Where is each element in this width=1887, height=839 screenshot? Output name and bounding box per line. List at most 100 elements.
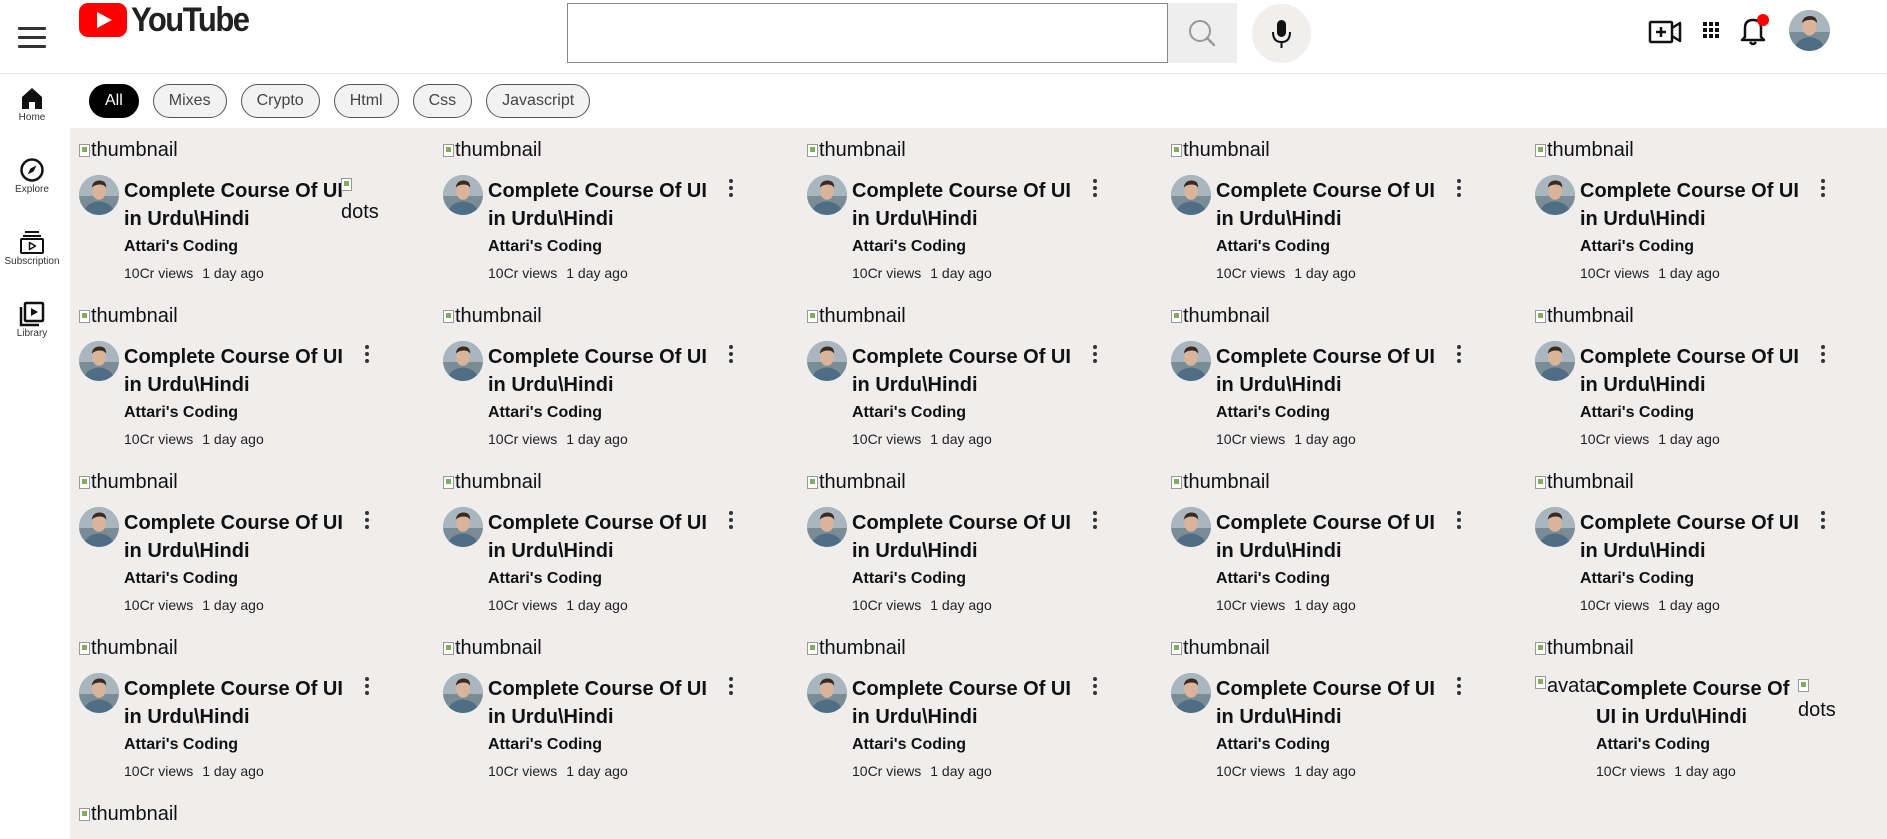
more-options-icon[interactable] bbox=[1091, 677, 1099, 697]
video-thumbnail[interactable]: thumbnail bbox=[1535, 637, 1634, 660]
channel-name[interactable]: Attari's Coding bbox=[1580, 404, 1694, 422]
sidebar-item-subscription[interactable]: Subscription bbox=[0, 229, 64, 267]
video-card[interactable]: thumbnail Complete Course Of UI in Urdu\H… bbox=[1171, 460, 1511, 620]
video-thumbnail[interactable]: thumbnail bbox=[79, 637, 178, 660]
channel-name[interactable]: Attari's Coding bbox=[852, 736, 966, 754]
video-thumbnail[interactable]: thumbnail bbox=[1171, 305, 1270, 328]
video-thumbnail[interactable]: thumbnail bbox=[443, 305, 542, 328]
video-thumbnail[interactable]: thumbnail bbox=[79, 305, 178, 328]
video-thumbnail[interactable]: thumbnail bbox=[79, 139, 178, 162]
menu-icon[interactable] bbox=[18, 27, 46, 49]
video-card[interactable]: thumbnail Complete Course Of UI in Urdu\H… bbox=[1171, 128, 1511, 288]
channel-avatar[interactable] bbox=[1171, 175, 1211, 215]
channel-avatar[interactable] bbox=[79, 341, 119, 381]
channel-name[interactable]: Attari's Coding bbox=[488, 736, 602, 754]
video-card[interactable]: thumbnail Complete Course Of UI in Urdu\H… bbox=[1171, 626, 1511, 786]
video-card[interactable]: thumbnail Complete Course Of UI in Urdu\H… bbox=[807, 626, 1147, 786]
video-title[interactable]: Complete Course Of UI in Urdu\Hindi bbox=[124, 509, 349, 565]
video-card[interactable]: thumbnail Complete Course Of UI in Urdu\H… bbox=[79, 460, 419, 620]
more-options-icon[interactable] bbox=[1091, 345, 1099, 365]
video-thumbnail[interactable]: thumbnail bbox=[1171, 471, 1270, 494]
video-title[interactable]: Complete Course Of UI in Urdu\Hindi bbox=[852, 343, 1077, 399]
more-options-icon[interactable] bbox=[727, 677, 735, 697]
video-title[interactable]: Complete Course Of UI in Urdu\Hindi bbox=[1580, 509, 1805, 565]
mic-button[interactable] bbox=[1252, 4, 1311, 63]
video-thumbnail[interactable]: thumbnail bbox=[807, 305, 906, 328]
video-card[interactable]: thumbnail Complete Course Of UI in Urdu\H… bbox=[807, 294, 1147, 454]
more-options-icon[interactable] bbox=[727, 179, 735, 199]
video-thumbnail[interactable]: thumbnail bbox=[443, 139, 542, 162]
channel-avatar[interactable] bbox=[1535, 341, 1575, 381]
more-options-icon[interactable] bbox=[1091, 179, 1099, 199]
more-options-icon[interactable] bbox=[1455, 511, 1463, 531]
video-title[interactable]: Complete Course Of UI in Urdu\Hindi bbox=[488, 177, 713, 233]
channel-avatar[interactable] bbox=[807, 507, 847, 547]
video-title[interactable]: Complete Course Of UI in Urdu\Hindi bbox=[852, 509, 1077, 565]
video-card[interactable]: thumbnail Complete Course Of UI in Urdu\H… bbox=[79, 294, 419, 454]
video-title[interactable]: Complete Course Of UI in Urdu\Hindi bbox=[488, 343, 713, 399]
channel-avatar[interactable]: avatar bbox=[1535, 674, 1603, 698]
video-thumbnail[interactable]: thumbnail bbox=[1171, 637, 1270, 660]
video-title[interactable]: Complete Course Of UI in Urdu\Hindi bbox=[488, 509, 713, 565]
video-thumbnail[interactable]: thumbnail bbox=[443, 637, 542, 660]
sidebar-item-explore[interactable]: Explore bbox=[0, 157, 64, 195]
video-card[interactable]: thumbnail avatar Complete Course Of UI in … bbox=[1535, 626, 1875, 786]
channel-name[interactable]: Attari's Coding bbox=[1580, 238, 1694, 256]
video-title[interactable]: Complete Course Of UI in Urdu\Hindi bbox=[1580, 343, 1805, 399]
channel-avatar[interactable] bbox=[79, 507, 119, 547]
video-thumbnail[interactable]: thumbnail bbox=[1535, 305, 1634, 328]
video-card[interactable]: thumbnail bbox=[79, 792, 419, 832]
video-title[interactable]: Complete Course Of UI in Urdu\Hindi bbox=[124, 675, 349, 731]
channel-avatar[interactable] bbox=[1535, 175, 1575, 215]
channel-name[interactable]: Attari's Coding bbox=[124, 238, 238, 256]
channel-name[interactable]: Attari's Coding bbox=[852, 404, 966, 422]
channel-avatar[interactable] bbox=[1171, 507, 1211, 547]
video-card[interactable]: thumbnail Complete Course Of UI in Urdu\H… bbox=[1535, 294, 1875, 454]
channel-name[interactable]: Attari's Coding bbox=[1216, 238, 1330, 256]
channel-avatar[interactable] bbox=[1171, 341, 1211, 381]
video-thumbnail[interactable]: thumbnail bbox=[1171, 139, 1270, 162]
video-title[interactable]: Complete Course Of UI in Urdu\Hindi bbox=[1596, 675, 1796, 731]
channel-name[interactable]: Attari's Coding bbox=[852, 570, 966, 588]
video-card[interactable]: thumbnail Complete Course Of UI in Urdu\H… bbox=[1535, 460, 1875, 620]
video-card[interactable]: thumbnail Complete Course Of UI in Urdu\H… bbox=[443, 294, 783, 454]
more-options-icon[interactable] bbox=[363, 677, 371, 697]
more-options-icon[interactable] bbox=[1819, 511, 1827, 531]
youtube-logo[interactable]: YouTube bbox=[79, 0, 250, 40]
video-title[interactable]: Complete Course Of UI in Urdu\Hindi bbox=[1216, 675, 1441, 731]
more-options-icon[interactable] bbox=[363, 345, 371, 365]
more-options-icon[interactable] bbox=[1455, 677, 1463, 697]
chip-css[interactable]: Css bbox=[412, 84, 473, 118]
video-thumbnail[interactable]: thumbnail bbox=[443, 471, 542, 494]
video-title[interactable]: Complete Course Of UI in Urdu\Hindi bbox=[1216, 509, 1441, 565]
video-thumbnail[interactable]: thumbnail bbox=[807, 139, 906, 162]
chip-html[interactable]: Html bbox=[333, 84, 399, 118]
video-thumbnail[interactable]: thumbnail bbox=[1535, 139, 1634, 162]
video-thumbnail[interactable]: thumbnail bbox=[79, 471, 178, 494]
more-options-icon[interactable] bbox=[1819, 345, 1827, 365]
more-options-icon[interactable]: dots bbox=[341, 176, 379, 224]
more-options-icon[interactable] bbox=[1455, 179, 1463, 199]
channel-avatar[interactable] bbox=[443, 507, 483, 547]
chip-javascript[interactable]: Javascript bbox=[486, 84, 591, 118]
more-options-icon[interactable] bbox=[363, 511, 371, 531]
video-thumbnail[interactable]: thumbnail bbox=[1535, 471, 1634, 494]
channel-avatar[interactable] bbox=[1535, 507, 1575, 547]
more-options-icon[interactable] bbox=[1819, 179, 1827, 199]
sidebar-item-library[interactable]: Library bbox=[0, 301, 64, 339]
video-card[interactable]: thumbnail Complete Course Of UI in Urdu\H… bbox=[443, 128, 783, 288]
channel-avatar[interactable] bbox=[807, 175, 847, 215]
more-options-icon[interactable] bbox=[1455, 345, 1463, 365]
video-title[interactable]: Complete Course Of UI in Urdu\Hindi bbox=[488, 675, 713, 731]
search-button[interactable] bbox=[1168, 3, 1237, 63]
chip-crypto[interactable]: Crypto bbox=[240, 84, 320, 118]
video-title[interactable]: Complete Course Of UI in Urdu\Hindi bbox=[852, 675, 1077, 731]
channel-name[interactable]: Attari's Coding bbox=[852, 238, 966, 256]
channel-name[interactable]: Attari's Coding bbox=[1216, 736, 1330, 754]
video-card[interactable]: thumbnail Complete Course Of UI in Urdu\H… bbox=[79, 626, 419, 786]
apps-icon[interactable] bbox=[1703, 22, 1719, 43]
video-thumbnail[interactable]: thumbnail bbox=[79, 803, 178, 826]
channel-name[interactable]: Attari's Coding bbox=[124, 570, 238, 588]
channel-name[interactable]: Attari's Coding bbox=[1216, 404, 1330, 422]
chip-mixes[interactable]: Mixes bbox=[152, 84, 227, 118]
